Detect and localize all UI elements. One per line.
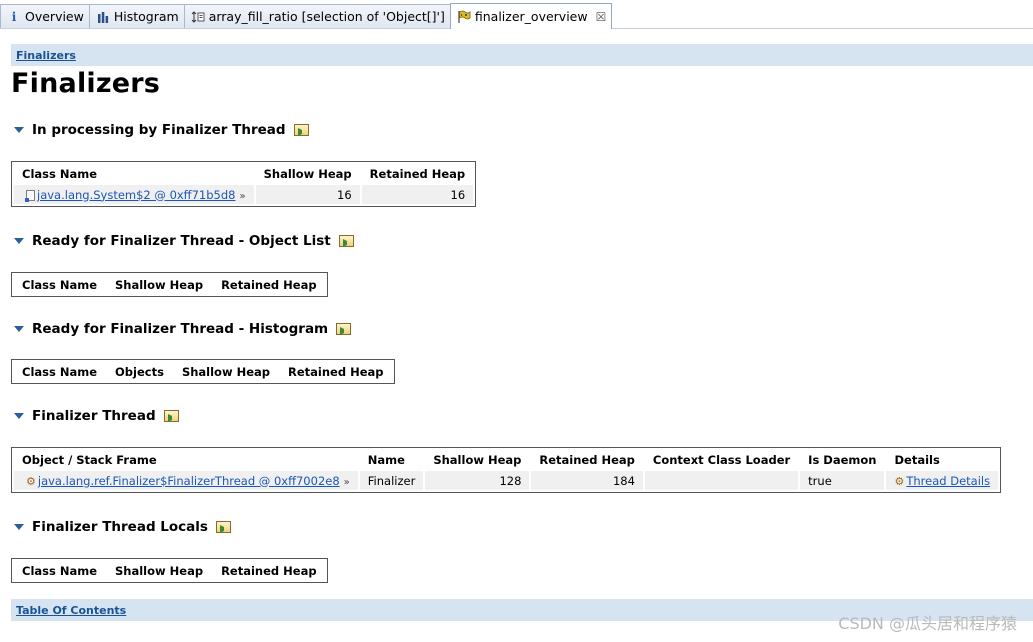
- breadcrumb-link[interactable]: Finalizers: [16, 49, 76, 62]
- editor-tab-bar: i Overview Histogram array_fill_ratio [s…: [0, 0, 1033, 29]
- section-title: Finalizer Thread: [32, 408, 156, 424]
- column-header[interactable]: Retained Heap: [531, 450, 643, 469]
- ready-object-list-table: Class Name Shallow Heap Retained Heap: [11, 272, 328, 297]
- expand-more-icon[interactable]: »: [239, 191, 245, 202]
- thread-object-icon: ⚙: [26, 474, 36, 488]
- report-icon: [457, 10, 471, 24]
- section-title: Finalizer Thread Locals: [32, 519, 208, 535]
- column-header[interactable]: Details: [886, 450, 998, 469]
- section-title: In processing by Finalizer Thread: [32, 122, 286, 138]
- open-query-icon[interactable]: [215, 521, 231, 533]
- collapse-triangle-icon[interactable]: [14, 524, 24, 530]
- tab-overview[interactable]: i Overview: [0, 4, 90, 28]
- column-header[interactable]: Retained Heap: [213, 561, 325, 580]
- retained-heap-cell: 16: [361, 185, 474, 204]
- histogram-icon: [96, 10, 110, 24]
- open-query-icon[interactable]: [163, 410, 179, 422]
- open-query-icon[interactable]: [336, 323, 352, 335]
- tab-label: array_fill_ratio [selection of 'Object[]…: [208, 9, 445, 24]
- ready-histogram-table: Class Name Objects Shallow Heap Retained…: [11, 359, 395, 384]
- finalizer-thread-table: Object / Stack Frame Name Shallow Heap R…: [11, 447, 1002, 493]
- column-header[interactable]: Object / Stack Frame: [14, 450, 358, 469]
- table-row[interactable]: ⚙ java.lang.ref.Finalizer$FinalizerThread…: [14, 471, 999, 490]
- section-ready-histogram[interactable]: Ready for Finalizer Thread - Histogram: [14, 319, 352, 339]
- info-icon: i: [11, 9, 17, 24]
- collapse-triangle-icon[interactable]: [14, 326, 24, 332]
- section-finalizer-thread[interactable]: Finalizer Thread: [14, 406, 179, 426]
- column-header[interactable]: Shallow Heap: [256, 164, 360, 183]
- class-name-cell[interactable]: java.lang.System$2 @ 0xff71b5d8 »: [14, 185, 254, 204]
- column-header[interactable]: Class Name: [14, 164, 254, 183]
- object-icon: [25, 189, 35, 202]
- section-in-processing[interactable]: In processing by Finalizer Thread: [14, 120, 309, 140]
- context-class-loader-cell: [644, 471, 799, 490]
- section-title: Ready for Finalizer Thread - Object List: [32, 233, 331, 249]
- retained-heap-cell: 184: [531, 471, 643, 490]
- collapse-triangle-icon[interactable]: [14, 238, 24, 244]
- open-query-icon[interactable]: [338, 235, 354, 247]
- table-row[interactable]: java.lang.System$2 @ 0xff71b5d8 » 16 16: [14, 185, 474, 204]
- finalizer-thread-locals-table: Class Name Shallow Heap Retained Heap: [11, 558, 328, 583]
- column-header[interactable]: Shallow Heap: [107, 275, 211, 294]
- section-ready-object-list[interactable]: Ready for Finalizer Thread - Object List: [14, 231, 354, 251]
- column-header[interactable]: Is Daemon: [800, 450, 884, 469]
- collapse-triangle-icon[interactable]: [14, 127, 24, 133]
- tab-label: finalizer_overview: [474, 9, 588, 24]
- tab-label: Histogram: [113, 9, 179, 24]
- details-cell[interactable]: ⚙ Thread Details: [886, 471, 999, 490]
- section-finalizer-thread-locals[interactable]: Finalizer Thread Locals: [14, 517, 231, 537]
- column-header[interactable]: Class Name: [14, 362, 105, 381]
- column-header[interactable]: Retained Heap: [280, 362, 392, 381]
- column-header[interactable]: Context Class Loader: [645, 450, 798, 469]
- page-title: Finalizers: [11, 68, 161, 99]
- column-header[interactable]: Name: [360, 450, 424, 469]
- shallow-heap-cell: 128: [425, 471, 530, 490]
- object-link[interactable]: java.lang.System$2 @ 0xff71b5d8: [37, 188, 235, 202]
- column-header[interactable]: Shallow Heap: [174, 362, 278, 381]
- column-header[interactable]: Class Name: [14, 561, 105, 580]
- object-link[interactable]: java.lang.ref.Finalizer$FinalizerThread …: [38, 474, 340, 488]
- open-query-icon[interactable]: [293, 124, 309, 136]
- report-content: Finalizers Finalizers In processing by F…: [0, 30, 1033, 642]
- close-icon[interactable]: ☒: [596, 10, 607, 24]
- tab-array-fill-ratio[interactable]: array_fill_ratio [selection of 'Object[]…: [183, 4, 451, 28]
- thread-details-link[interactable]: Thread Details: [906, 474, 990, 488]
- in-processing-table: Class Name Shallow Heap Retained Heap ja…: [11, 161, 477, 207]
- column-header[interactable]: Shallow Heap: [425, 450, 529, 469]
- object-cell[interactable]: ⚙ java.lang.ref.Finalizer$FinalizerThread…: [14, 471, 358, 490]
- tab-finalizer-overview[interactable]: finalizer_overview ☒: [449, 3, 613, 29]
- column-header[interactable]: Retained Heap: [362, 164, 474, 183]
- section-title: Ready for Finalizer Thread - Histogram: [32, 321, 329, 337]
- thread-name-cell: Finalizer: [359, 471, 424, 490]
- is-daemon-cell: true: [800, 471, 885, 490]
- table-of-contents-link[interactable]: Table Of Contents: [16, 604, 126, 617]
- thread-details-icon: ⚙: [894, 474, 905, 488]
- column-header[interactable]: Retained Heap: [213, 275, 325, 294]
- shallow-heap-cell: 16: [255, 185, 360, 204]
- query-icon: [191, 10, 205, 24]
- tab-histogram[interactable]: Histogram: [88, 4, 185, 28]
- expand-more-icon[interactable]: »: [344, 477, 350, 488]
- column-header[interactable]: Objects: [107, 362, 172, 381]
- watermark: CSDN @瓜头居和程序猿: [838, 614, 1017, 633]
- column-header[interactable]: Class Name: [14, 275, 105, 294]
- breadcrumb-bar: Finalizers: [11, 44, 1033, 66]
- column-header[interactable]: Shallow Heap: [107, 561, 211, 580]
- collapse-triangle-icon[interactable]: [14, 413, 24, 419]
- tab-label: Overview: [25, 9, 84, 24]
